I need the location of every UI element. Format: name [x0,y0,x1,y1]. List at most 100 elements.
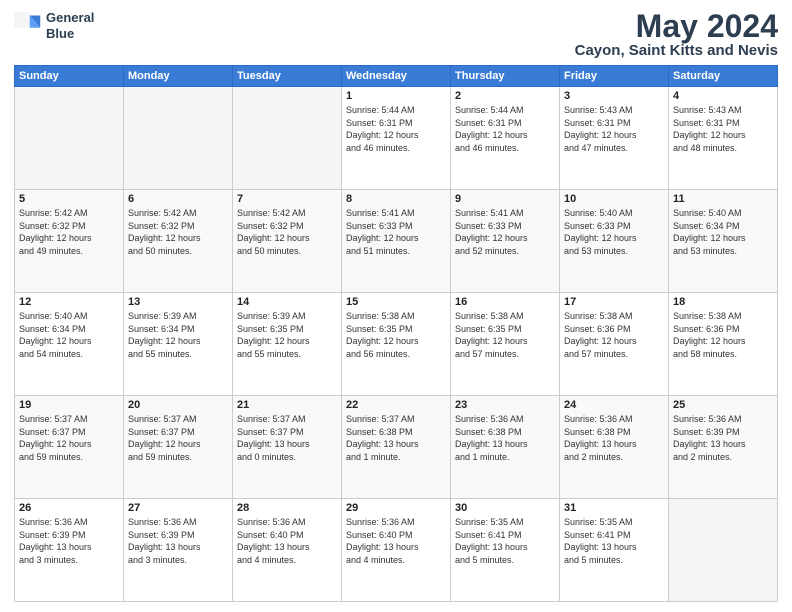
calendar-cell: 7Sunrise: 5:42 AM Sunset: 6:32 PM Daylig… [233,190,342,293]
day-number: 19 [19,399,119,411]
calendar-header-tuesday: Tuesday [233,66,342,87]
day-number: 8 [346,193,446,205]
calendar-header-row: SundayMondayTuesdayWednesdayThursdayFrid… [15,66,778,87]
day-number: 13 [128,296,228,308]
calendar-week-row: 1 Sunrise: 5:44 AM Sunset: 6:31 PM Daylig… [15,87,778,190]
calendar-cell: 22 Sunrise: 5:37 AM Sunset: 6:38 PM Dayli… [342,396,451,499]
calendar-cell: 29Sunrise: 5:36 AM Sunset: 6:40 PM Dayli… [342,499,451,602]
calendar-cell: 6Sunrise: 5:42 AM Sunset: 6:32 PM Daylig… [124,190,233,293]
day-info: Sunrise: 5:37 AM Sunset: 6:37 PM Dayligh… [128,413,228,463]
day-info: Sunrise: 5:43 AM Sunset: 6:31 PM Dayligh… [564,104,664,154]
day-number: 16 [455,296,555,308]
calendar-cell [15,87,124,190]
calendar-cell [233,87,342,190]
calendar-cell: 18Sunrise: 5:38 AM Sunset: 6:36 PM Dayli… [669,293,778,396]
day-number: 25 [673,399,773,411]
day-number: 18 [673,296,773,308]
calendar-cell: 14 Sunrise: 5:39 AM Sunset: 6:35 PM Dayli… [233,293,342,396]
calendar-table: SundayMondayTuesdayWednesdayThursdayFrid… [14,65,778,602]
logo-line2: Blue [46,26,94,42]
calendar-cell: 5 Sunrise: 5:42 AM Sunset: 6:32 PM Daylig… [15,190,124,293]
day-info: Sunrise: 5:42 AM Sunset: 6:32 PM Dayligh… [128,207,228,257]
day-number: 23 [455,399,555,411]
subtitle: Cayon, Saint Kitts and Nevis [575,42,778,59]
header: General Blue May 2024 Cayon, Saint Kitts… [14,10,778,59]
calendar-week-row: 5 Sunrise: 5:42 AM Sunset: 6:32 PM Daylig… [15,190,778,293]
day-number: 28 [237,502,337,514]
logo-icon [14,12,42,40]
day-number: 17 [564,296,664,308]
day-info: Sunrise: 5:38 AM Sunset: 6:36 PM Dayligh… [564,310,664,360]
calendar-header-sunday: Sunday [15,66,124,87]
calendar-cell: 1 Sunrise: 5:44 AM Sunset: 6:31 PM Daylig… [342,87,451,190]
day-number: 4 [673,90,773,102]
page: General Blue May 2024 Cayon, Saint Kitts… [0,0,792,612]
day-info: Sunrise: 5:40 AM Sunset: 6:33 PM Dayligh… [564,207,664,257]
calendar-cell: 25 Sunrise: 5:36 AM Sunset: 6:39 PM Dayli… [669,396,778,499]
calendar-cell: 24 Sunrise: 5:36 AM Sunset: 6:38 PM Dayli… [560,396,669,499]
day-info: Sunrise: 5:39 AM Sunset: 6:35 PM Dayligh… [237,310,337,360]
day-info: Sunrise: 5:37 AM Sunset: 6:38 PM Dayligh… [346,413,446,463]
day-info: Sunrise: 5:37 AM Sunset: 6:37 PM Dayligh… [237,413,337,463]
logo-text: General Blue [46,10,94,41]
day-info: Sunrise: 5:42 AM Sunset: 6:32 PM Dayligh… [237,207,337,257]
day-info: Sunrise: 5:44 AM Sunset: 6:31 PM Dayligh… [346,104,446,154]
calendar-cell: 20 Sunrise: 5:37 AM Sunset: 6:37 PM Dayli… [124,396,233,499]
day-info: Sunrise: 5:36 AM Sunset: 6:40 PM Dayligh… [346,516,446,566]
day-number: 14 [237,296,337,308]
day-info: Sunrise: 5:35 AM Sunset: 6:41 PM Dayligh… [564,516,664,566]
calendar-week-row: 12 Sunrise: 5:40 AM Sunset: 6:34 PM Dayli… [15,293,778,396]
logo-line1: General [46,10,94,26]
calendar-cell: 27 Sunrise: 5:36 AM Sunset: 6:39 PM Dayli… [124,499,233,602]
calendar-header-friday: Friday [560,66,669,87]
calendar-cell: 10 Sunrise: 5:40 AM Sunset: 6:33 PM Dayli… [560,190,669,293]
day-number: 26 [19,502,119,514]
day-number: 1 [346,90,446,102]
day-number: 10 [564,193,664,205]
day-info: Sunrise: 5:36 AM Sunset: 6:39 PM Dayligh… [673,413,773,463]
day-number: 22 [346,399,446,411]
day-info: Sunrise: 5:36 AM Sunset: 6:38 PM Dayligh… [564,413,664,463]
calendar-week-row: 19 Sunrise: 5:37 AM Sunset: 6:37 PM Dayli… [15,396,778,499]
title-block: May 2024 Cayon, Saint Kitts and Nevis [575,10,778,59]
day-number: 20 [128,399,228,411]
day-number: 12 [19,296,119,308]
calendar-cell: 13 Sunrise: 5:39 AM Sunset: 6:34 PM Dayli… [124,293,233,396]
day-number: 27 [128,502,228,514]
calendar-cell [669,499,778,602]
day-number: 21 [237,399,337,411]
day-number: 24 [564,399,664,411]
day-number: 2 [455,90,555,102]
calendar-cell: 2Sunrise: 5:44 AM Sunset: 6:31 PM Daylig… [451,87,560,190]
calendar-cell: 3Sunrise: 5:43 AM Sunset: 6:31 PM Daylig… [560,87,669,190]
day-info: Sunrise: 5:36 AM Sunset: 6:39 PM Dayligh… [128,516,228,566]
calendar-cell [124,87,233,190]
month-title: May 2024 [575,10,778,42]
day-number: 15 [346,296,446,308]
day-info: Sunrise: 5:41 AM Sunset: 6:33 PM Dayligh… [455,207,555,257]
calendar-header-monday: Monday [124,66,233,87]
day-info: Sunrise: 5:40 AM Sunset: 6:34 PM Dayligh… [19,310,119,360]
day-info: Sunrise: 5:35 AM Sunset: 6:41 PM Dayligh… [455,516,555,566]
calendar-cell: 17 Sunrise: 5:38 AM Sunset: 6:36 PM Dayli… [560,293,669,396]
day-info: Sunrise: 5:36 AM Sunset: 6:40 PM Dayligh… [237,516,337,566]
calendar-cell: 4Sunrise: 5:43 AM Sunset: 6:31 PM Daylig… [669,87,778,190]
day-number: 30 [455,502,555,514]
calendar-header-saturday: Saturday [669,66,778,87]
calendar-cell: 12 Sunrise: 5:40 AM Sunset: 6:34 PM Dayli… [15,293,124,396]
day-number: 5 [19,193,119,205]
day-info: Sunrise: 5:40 AM Sunset: 6:34 PM Dayligh… [673,207,773,257]
day-info: Sunrise: 5:42 AM Sunset: 6:32 PM Dayligh… [19,207,119,257]
day-info: Sunrise: 5:38 AM Sunset: 6:35 PM Dayligh… [346,310,446,360]
calendar-cell: 31Sunrise: 5:35 AM Sunset: 6:41 PM Dayli… [560,499,669,602]
calendar-cell: 26Sunrise: 5:36 AM Sunset: 6:39 PM Dayli… [15,499,124,602]
calendar-cell: 30 Sunrise: 5:35 AM Sunset: 6:41 PM Dayli… [451,499,560,602]
day-number: 11 [673,193,773,205]
day-info: Sunrise: 5:38 AM Sunset: 6:35 PM Dayligh… [455,310,555,360]
calendar-cell: 23Sunrise: 5:36 AM Sunset: 6:38 PM Dayli… [451,396,560,499]
day-info: Sunrise: 5:39 AM Sunset: 6:34 PM Dayligh… [128,310,228,360]
calendar-cell: 16 Sunrise: 5:38 AM Sunset: 6:35 PM Dayli… [451,293,560,396]
calendar-header-wednesday: Wednesday [342,66,451,87]
day-info: Sunrise: 5:41 AM Sunset: 6:33 PM Dayligh… [346,207,446,257]
calendar-header-thursday: Thursday [451,66,560,87]
